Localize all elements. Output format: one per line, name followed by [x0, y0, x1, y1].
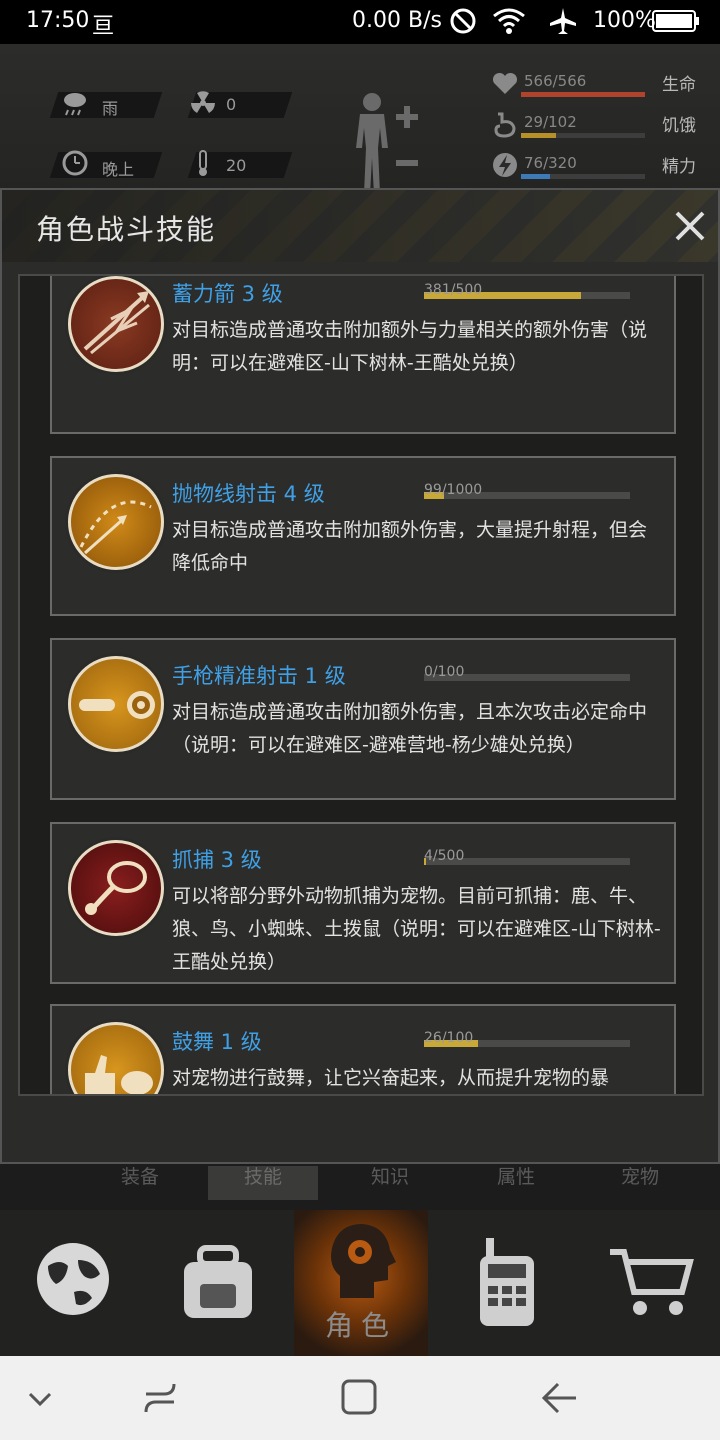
chevron-down-icon[interactable] [26, 1386, 54, 1410]
skill-description: 对宠物进行鼓舞，让它兴奋起来，从而提升宠物的暴 [172, 1067, 610, 1089]
shopping-cart-icon [610, 1249, 694, 1315]
health-label: 生命 [662, 75, 696, 95]
weather-value: 雨 [102, 99, 119, 118]
radiation-icon [191, 91, 215, 113]
network-speed: 0.00 B/s [352, 8, 442, 33]
hunger-bar-fill [521, 133, 557, 138]
tab-equipment[interactable]: 装备 [80, 1166, 200, 1200]
hunger-value: 29/102 [524, 113, 577, 131]
tab-knowledge[interactable]: 知识 [330, 1166, 450, 1200]
status-time: 17:50 [26, 8, 90, 33]
nav-radio[interactable] [428, 1210, 578, 1356]
skill-name: 抓捕 3 级 [172, 848, 262, 872]
airplane-mode-icon [550, 8, 576, 34]
tab-pets[interactable]: 宠物 [580, 1166, 700, 1200]
radiation-value: 0 [226, 95, 237, 114]
skill-progress-text: 26/100 [424, 1030, 474, 1046]
battery-icon [652, 10, 699, 32]
skill-card[interactable]: 抛物线射击 4 级 99/1000 对目标造成普通攻击附加额外伤害，大量提升射程… [50, 456, 676, 616]
skill-list[interactable]: 蓄力箭 3 级 381/500 对目标造成普通攻击附加额外与力量相关的额外伤害（… [18, 274, 704, 1096]
skill-description: 对目标造成普通攻击附加额外伤害，且本次攻击必定命中（说明：可以在避难区-避难营地… [172, 701, 648, 756]
skill-card[interactable]: 抓捕 3 级 4/500 可以将部分野外动物抓捕为宠物。目前可抓捕：鹿、牛、狼、… [50, 822, 676, 984]
back-arrow-icon[interactable] [540, 1380, 578, 1416]
energy-bar [521, 174, 645, 179]
recent-apps-icon[interactable] [142, 1378, 178, 1418]
status-bar: 17:50 亘 0.00 B/s 100% [0, 0, 720, 44]
thermometer-icon [199, 150, 207, 176]
skill-name: 抛物线射击 4 级 [172, 482, 325, 506]
close-icon[interactable] [672, 208, 708, 244]
hunger-label: 饥饿 [662, 116, 696, 136]
time-of-day-value: 晚上 [102, 160, 135, 179]
energy-bar-fill [521, 174, 551, 179]
nav-world-map[interactable] [0, 1210, 144, 1356]
skill-progress-text: 0/100 [424, 664, 465, 680]
notification-icon: 亘 [92, 14, 115, 39]
bow-arrows-icon [68, 276, 164, 372]
tab-attributes[interactable]: 属性 [456, 1166, 576, 1200]
skill-name: 蓄力箭 3 级 [172, 282, 283, 306]
skill-progress-text: 4/500 [424, 848, 465, 864]
skill-card[interactable]: 手枪精准射击 1 级 0/100 对目标造成普通攻击附加额外伤害，且本次攻击必定… [50, 638, 676, 800]
character-tabs: 装备 技能 知识 属性 宠物 [0, 1164, 720, 1210]
nav-backpack[interactable] [144, 1210, 294, 1356]
clock-icon [62, 150, 88, 176]
parabola-arrow-icon [68, 474, 164, 570]
skill-card[interactable]: 蓄力箭 3 级 381/500 对目标造成普通攻击附加额外与力量相关的额外伤害（… [50, 276, 676, 434]
health-value: 566/566 [524, 72, 587, 90]
energy-label: 精力 [662, 157, 696, 177]
skill-description: 对目标造成普通攻击附加额外伤害，大量提升射程，但会降低命中 [172, 519, 648, 574]
globe-icon [37, 1243, 109, 1315]
skill-progress-text: 99/1000 [424, 482, 483, 498]
panel-header: 角色战斗技能 [2, 190, 718, 262]
hunger-bar [521, 133, 645, 138]
skill-card[interactable]: 鼓舞 1 级 26/100 对宠物进行鼓舞，让它兴奋起来，从而提升宠物的暴 [50, 1004, 676, 1094]
backpack-icon [184, 1245, 252, 1318]
skill-description: 可以将部分野外动物抓捕为宠物。目前可抓捕：鹿、牛、狼、鸟、小蜘蛛、土拨鼠（说明：… [172, 885, 661, 973]
do-not-disturb-icon [450, 8, 476, 34]
combat-skills-panel: 角色战斗技能 蓄力箭 3 级 381/500 对目标造成普通攻击附加额外与力量相… [0, 188, 720, 1164]
character-body-icon[interactable] [350, 90, 420, 200]
battery-percent: 100% [593, 8, 656, 33]
thumbs-up-pet-icon [68, 1022, 164, 1094]
wifi-icon [493, 8, 525, 34]
bottom-navigation: 角色 [0, 1210, 720, 1356]
temperature-value: 20 [226, 156, 247, 175]
skill-name: 手枪精准射击 1 级 [172, 664, 346, 688]
skill-progress-text: 381/500 [424, 282, 483, 298]
system-navigation-bar [0, 1356, 720, 1440]
character-head-gear-icon [331, 1224, 396, 1298]
energy-bolt-icon [493, 153, 517, 177]
nav-shop[interactable] [578, 1210, 720, 1356]
home-icon[interactable] [340, 1378, 378, 1416]
rain-cloud-icon [64, 93, 86, 116]
bullet-target-icon [68, 656, 164, 752]
energy-value: 76/320 [524, 154, 577, 172]
rope-lasso-icon [68, 840, 164, 936]
health-bar-fill [521, 92, 645, 97]
heart-icon [492, 72, 518, 94]
skill-description: 对目标造成普通攻击附加额外与力量相关的额外伤害（说明：可以在避难区-山下树林-王… [172, 319, 648, 374]
player-hud: 雨 0 晚上 20 566/566 生命 29/102 饥饿 76/320 精力 [0, 44, 720, 194]
tab-skills[interactable]: 技能 [208, 1166, 318, 1200]
nav-character[interactable]: 角色 [294, 1210, 428, 1356]
skill-name: 鼓舞 1 级 [172, 1030, 262, 1054]
health-bar [521, 92, 645, 97]
nav-character-label: 角色 [324, 1309, 397, 1342]
stomach-icon [494, 112, 516, 138]
walkie-talkie-icon [480, 1238, 534, 1326]
panel-title: 角色战斗技能 [36, 213, 217, 246]
